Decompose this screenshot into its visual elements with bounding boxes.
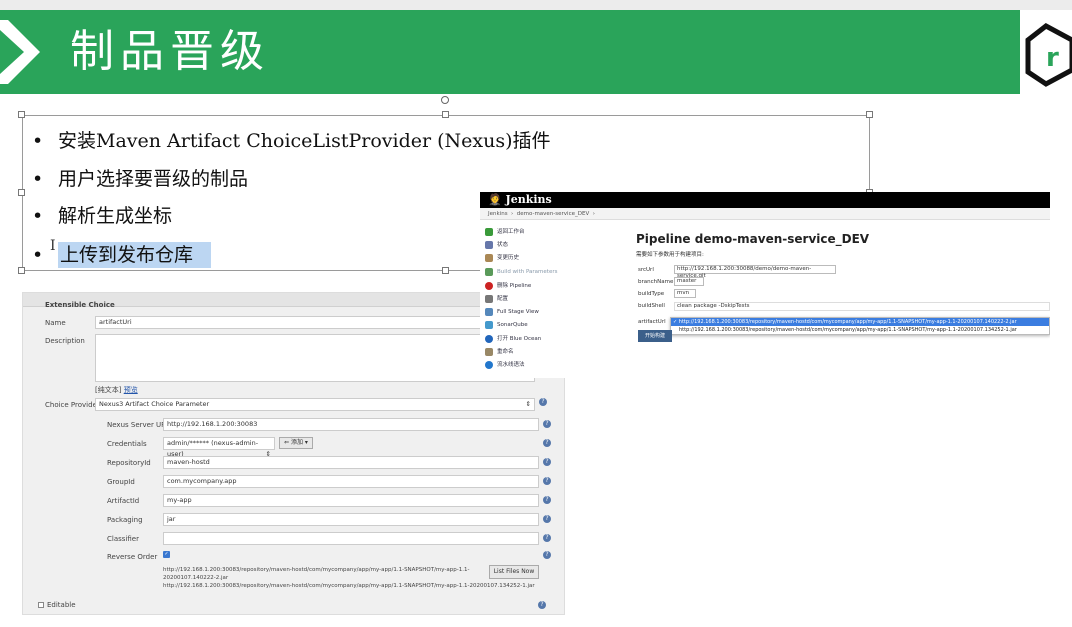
bullet-item: • 解析生成坐标 bbox=[32, 205, 173, 227]
nexus-url-input[interactable]: http://192.168.1.200:30083 bbox=[163, 418, 539, 431]
help-icon[interactable]: ? bbox=[543, 496, 551, 504]
packaging-input[interactable]: jar bbox=[163, 513, 539, 526]
text-cursor-icon: I bbox=[50, 238, 56, 254]
resize-handle[interactable] bbox=[18, 267, 25, 274]
reverse-order-label: Reverse Order bbox=[107, 553, 158, 561]
help-icon[interactable]: ? bbox=[543, 534, 551, 542]
help-icon[interactable]: ? bbox=[543, 458, 551, 466]
description-label: Description bbox=[45, 337, 85, 345]
help-icon[interactable]: ? bbox=[543, 515, 551, 523]
param-label: branchName bbox=[638, 279, 674, 285]
artifact-option[interactable]: http://192.168.1.200:30083/repository/ma… bbox=[671, 326, 1049, 334]
logo-letter: r bbox=[1046, 43, 1059, 73]
artifactid-label: ArtifactId bbox=[107, 497, 140, 505]
sidebar-item[interactable]: 删除 Pipeline bbox=[485, 280, 531, 292]
sidebar-item[interactable]: 重命名 bbox=[485, 346, 514, 358]
repository-input[interactable]: maven-hostd bbox=[163, 456, 539, 469]
help-icon[interactable]: ? bbox=[543, 420, 551, 428]
add-credentials-button[interactable]: ⇐ 添加 ▾ bbox=[279, 437, 313, 449]
result-line: http://192.168.1.200:30083/repository/ma… bbox=[163, 567, 470, 573]
escape-html-note: [纯文本] 预览 bbox=[95, 386, 138, 394]
resize-handle[interactable] bbox=[866, 111, 873, 118]
preview-link[interactable]: 预览 bbox=[124, 386, 138, 394]
name-input[interactable]: artifactUri bbox=[95, 316, 535, 329]
sidebar-item[interactable]: 流水线语法 bbox=[485, 359, 525, 371]
groupid-label: GroupId bbox=[107, 478, 135, 486]
resize-handle[interactable] bbox=[18, 111, 25, 118]
bullet-item: • 安装Maven Artifact ChoiceListProvider (Ne… bbox=[32, 130, 551, 152]
sidebar-item[interactable]: Full Stage View bbox=[485, 306, 539, 318]
param-label: srcUrl bbox=[638, 267, 654, 273]
reverse-order-checkbox[interactable]: ✓ bbox=[163, 551, 170, 558]
classifier-input[interactable] bbox=[163, 532, 539, 545]
choice-provider-label: Choice Provider bbox=[45, 401, 100, 409]
help-icon[interactable]: ? bbox=[543, 477, 551, 485]
groupid-input[interactable]: com.mycompany.app bbox=[163, 475, 539, 488]
help-icon[interactable]: ? bbox=[543, 551, 551, 559]
packaging-label: Packaging bbox=[107, 516, 143, 524]
editable-label: Editable bbox=[47, 601, 76, 609]
credentials-select[interactable]: admin/****** (nexus-admin-user) ⇕ bbox=[163, 437, 275, 458]
breadcrumb-job[interactable]: demo-maven-service_DEV bbox=[517, 211, 589, 217]
credentials-label: Credentials bbox=[107, 440, 147, 448]
chevron-right-icon bbox=[0, 20, 40, 84]
breadcrumb: Jenkins › demo-maven-service_DEV › bbox=[480, 208, 1050, 220]
brand-logo: r bbox=[1020, 10, 1072, 94]
sidebar-item[interactable]: 状态 bbox=[485, 239, 508, 251]
param-label: buildShell bbox=[638, 303, 665, 309]
description-textarea[interactable] bbox=[95, 334, 535, 382]
name-label: Name bbox=[45, 319, 66, 327]
jenkins-header bbox=[480, 192, 1050, 208]
jenkins-screenshot: 🤵 Jenkins Jenkins › demo-maven-service_D… bbox=[480, 192, 1050, 378]
sidebar-item[interactable]: 打开 Blue Ocean bbox=[485, 333, 541, 345]
artifact-dropdown[interactable]: ✓ http://192.168.1.200:30083/repository/… bbox=[670, 317, 1050, 335]
resize-handle[interactable] bbox=[442, 267, 449, 274]
build-button[interactable]: 开始构建 bbox=[638, 330, 672, 342]
help-icon[interactable]: ? bbox=[539, 398, 547, 406]
sidebar-item[interactable]: SonarQube bbox=[485, 319, 528, 331]
nexus-url-label: Nexus Server URL bbox=[107, 421, 170, 429]
section-title: Extensible Choice bbox=[45, 301, 115, 309]
page-title: Pipeline demo-maven-service_DEV bbox=[636, 232, 870, 246]
top-strip bbox=[0, 0, 1072, 10]
buildshell-input[interactable]: clean package -DskipTests bbox=[674, 302, 1050, 311]
choice-provider-select[interactable]: Nexus3 Artifact Choice Parameter ⇕ bbox=[95, 398, 535, 411]
repository-label: RepositoryId bbox=[107, 459, 151, 467]
branch-select[interactable]: master bbox=[674, 277, 704, 286]
jenkins-logo[interactable]: 🤵 Jenkins bbox=[488, 193, 552, 206]
sidebar-item[interactable]: Build with Parameters bbox=[485, 266, 557, 278]
bullet-item: • 用户选择要晋级的制品 bbox=[32, 168, 249, 190]
hexagon-logo-icon: r bbox=[1025, 23, 1072, 87]
help-icon[interactable]: ? bbox=[538, 601, 546, 609]
list-files-button[interactable]: List Files Now bbox=[489, 565, 539, 579]
artifactid-input[interactable]: my-app bbox=[163, 494, 539, 507]
sidebar-item[interactable]: 变更历史 bbox=[485, 252, 519, 264]
param-label: artifactUrl bbox=[638, 319, 666, 325]
artifact-option-selected[interactable]: ✓ http://192.168.1.200:30083/repository/… bbox=[671, 318, 1049, 326]
resize-handle[interactable] bbox=[442, 111, 449, 118]
editable-checkbox[interactable] bbox=[38, 602, 44, 608]
buildtype-select[interactable]: mvn bbox=[674, 289, 696, 298]
sidebar-item[interactable]: 配置 bbox=[485, 293, 508, 305]
rotate-handle-icon[interactable] bbox=[440, 95, 450, 105]
param-label: buildType bbox=[638, 291, 665, 297]
classifier-label: Classifier bbox=[107, 535, 139, 543]
result-line: http://192.168.1.200:30083/repository/ma… bbox=[163, 583, 535, 589]
help-icon[interactable]: ? bbox=[543, 439, 551, 447]
resize-handle[interactable] bbox=[18, 189, 25, 196]
slide-title: 制品晋级 bbox=[70, 26, 270, 77]
page-subtitle: 需要如下参数用于构建项目: bbox=[636, 252, 704, 258]
sidebar-item[interactable]: 返回工作台 bbox=[485, 226, 525, 238]
breadcrumb-root[interactable]: Jenkins bbox=[488, 211, 508, 217]
srcurl-select[interactable]: http://192.168.1.200:30088/demo/demo-mav… bbox=[674, 265, 836, 279]
result-line: 20200107.140222-2.jar bbox=[163, 575, 229, 581]
